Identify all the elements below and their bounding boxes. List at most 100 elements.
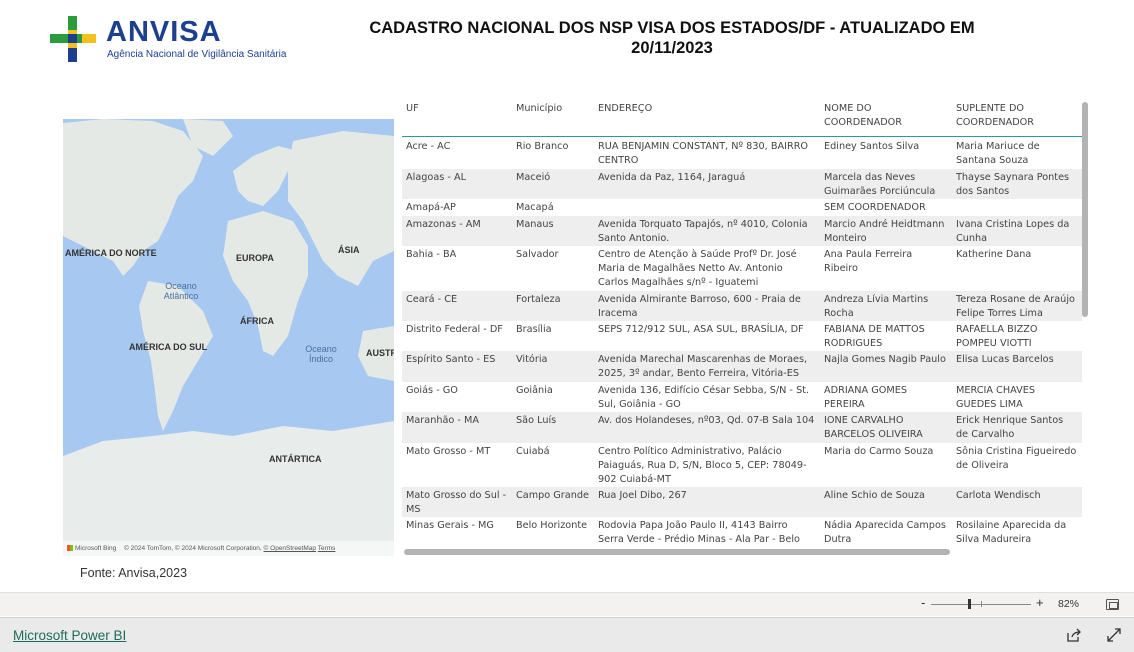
table-row[interactable]: Amazonas - AM Manaus Avenida Torquato Tapa… xyxy=(402,216,1082,246)
cell-uf: Espírito Santo - ES xyxy=(406,354,496,365)
terms-link[interactable]: Terms xyxy=(318,545,336,552)
cell-suplente: Sônia Cristina Figueiredo de Oliveira xyxy=(956,446,1077,471)
cell-endereco: Avenida 136, Edifício César Sebba, S/N -… xyxy=(598,385,810,410)
cell-suplente: Thayse Saynara Pontes dos Santos xyxy=(956,172,1070,197)
world-map[interactable]: AMÉRICA DO NORTE EUROPA ÁSIA ÁFRICA AMÉR… xyxy=(63,101,394,556)
logo-subtitle: Agência Nacional de Vigilância Sanitária xyxy=(107,49,287,60)
table-row[interactable]: Amapá-AP Macapá SEM COORDENADOR xyxy=(402,199,1082,216)
cell-coordenador: Marcela das Neves Guimarães Porciúncula xyxy=(824,172,936,197)
title-line-2: 20/11/2023 xyxy=(631,39,713,57)
table-row[interactable]: Acre - AC Rio Branco RUA BENJAMIN CONSTANT… xyxy=(402,138,1082,169)
cell-endereco: Rua Joel Dibo, 267 xyxy=(598,490,687,501)
cell-uf: Mato Grosso do Sul - MS xyxy=(406,490,507,515)
osm-link[interactable]: © OpenStreetMap xyxy=(264,545,316,552)
table-row[interactable]: Maranhão - MA São Luís Av. dos Holandeses,… xyxy=(402,412,1082,443)
cell-municipio: Macapá xyxy=(516,202,554,213)
col-header-coordenador[interactable]: NOME DO COORDENADOR xyxy=(820,102,952,130)
table-row[interactable]: Espírito Santo - ES Vitória Avenida Marech… xyxy=(402,351,1082,382)
col-header-uf[interactable]: UF xyxy=(402,102,512,116)
bing-icon xyxy=(67,545,73,552)
table-row[interactable]: Goiás - GO Goiânia Avenida 136, Edifício C… xyxy=(402,382,1082,412)
label-atlantic-ocean: Oceano Atlântico xyxy=(163,281,199,301)
zoom-slider-thumb[interactable] xyxy=(968,599,971,609)
cell-suplente: Katherine Dana xyxy=(956,249,1032,260)
table-row[interactable]: Ceará - CE Fortaleza Avenida Almirante Bar… xyxy=(402,291,1082,321)
cell-coordenador: FABIANA DE MATTOS RODRIGUES xyxy=(824,324,925,349)
col-header-endereco[interactable]: ENDEREÇO xyxy=(594,102,820,116)
cell-coordenador: Ana Paula Ferreira Ribeiro xyxy=(824,249,913,274)
cell-coordenador: Andreza Lívia Martins Rocha xyxy=(824,294,929,319)
cell-municipio: Campo Grande xyxy=(516,490,589,501)
cell-uf: Acre - AC xyxy=(406,141,451,152)
col-header-municipio[interactable]: Município xyxy=(512,102,594,116)
table-row[interactable]: Minas Gerais - MG Belo Horizonte Rodovia P… xyxy=(402,517,1082,545)
table-row[interactable]: Alagoas - AL Maceió Avenida da Paz, 1164, … xyxy=(402,169,1082,199)
africa-land xyxy=(223,211,308,356)
logo-wordmark: ANVISA xyxy=(106,16,222,48)
cell-endereco: Rodovia Papa João Paulo II, 4143 Bairro … xyxy=(598,520,800,545)
cell-coordenador: Aline Schio de Souza xyxy=(824,490,925,501)
zoom-bar: - + 82% xyxy=(0,592,1134,616)
fullscreen-icon[interactable] xyxy=(1106,627,1122,643)
zoom-in-button[interactable]: + xyxy=(1036,595,1044,610)
cell-uf: Alagoas - AL xyxy=(406,172,466,183)
table-horizontal-scrollbar[interactable] xyxy=(404,549,950,555)
label-asia: ÁSIA xyxy=(338,245,360,255)
powerbi-link[interactable]: Microsoft Power BI xyxy=(13,628,126,643)
cell-coordenador: Najla Gomes Nagib Paulo xyxy=(824,354,946,365)
cell-municipio: Cuiabá xyxy=(516,446,550,457)
cell-coordenador: IONE CARVALHO BARCELOS OLIVEIRA xyxy=(824,415,923,440)
label-africa: ÁFRICA xyxy=(240,316,274,326)
cell-suplente: Elisa Lucas Barcelos xyxy=(956,354,1054,365)
cell-uf: Amapá-AP xyxy=(406,202,456,213)
cell-uf: Ceará - CE xyxy=(406,294,458,305)
antarctica-land xyxy=(63,421,394,556)
map-attribution: Microsoft Bing © 2024 TomTom, © 2024 Mic… xyxy=(63,541,394,556)
cell-suplente: Tereza Rosane de Araújo Felipe Torres Li… xyxy=(956,294,1075,319)
cell-municipio: Brasília xyxy=(516,324,552,335)
report-title: CADASTRO NACIONAL DOS NSP VISA DOS ESTAD… xyxy=(340,18,1004,58)
cell-suplente: Maria Mariuce de Santana Souza xyxy=(956,141,1040,166)
cell-coordenador: ADRIANA GOMES PEREIRA xyxy=(824,385,908,410)
bing-label: Microsoft Bing xyxy=(75,545,117,552)
cell-coordenador: Nádia Aparecida Campos Dutra xyxy=(824,520,946,545)
cell-suplente: Ivana Cristina Lopes da Cunha xyxy=(956,219,1070,244)
cell-municipio: Rio Branco xyxy=(516,141,569,152)
powerbi-footer: Microsoft Power BI xyxy=(0,617,1134,652)
cell-municipio: Salvador xyxy=(516,249,559,260)
report-canvas: ANVISA Agência Nacional de Vigilância Sa… xyxy=(0,0,1134,592)
south-america-land xyxy=(139,281,213,431)
table-row[interactable]: Mato Grosso do Sul - MS Campo Grande Rua J… xyxy=(402,487,1082,517)
cell-municipio: São Luís xyxy=(516,415,557,426)
source-note: Fonte: Anvisa,2023 xyxy=(80,566,188,580)
cell-uf: Goiás - GO xyxy=(406,385,458,396)
cell-uf: Amazonas - AM xyxy=(406,219,481,230)
cell-municipio: Fortaleza xyxy=(516,294,561,305)
cell-endereco: RUA BENJAMIN CONSTANT, Nº 830, BAIRRO CE… xyxy=(598,141,809,166)
cell-uf: Minas Gerais - MG xyxy=(406,520,494,531)
anvisa-cross-icon xyxy=(50,16,96,62)
zoom-slider-tick xyxy=(981,601,982,607)
table-row[interactable]: Distrito Federal - DF Brasília SEPS 712/91… xyxy=(402,321,1082,351)
nsp-table[interactable]: UF Município ENDEREÇO NOME DO COORDENADO… xyxy=(402,99,1090,545)
cell-municipio: Vitória xyxy=(516,354,548,365)
label-indian-ocean: Oceano Índico xyxy=(305,344,337,364)
cell-coordenador: SEM COORDENADOR xyxy=(824,202,926,213)
cell-uf: Distrito Federal - DF xyxy=(406,324,503,335)
cell-uf: Maranhão - MA xyxy=(406,415,479,426)
table-row[interactable]: Bahia - BA Salvador Centro de Atenção à Sa… xyxy=(402,246,1082,291)
table-row[interactable]: Mato Grosso - MT Cuiabá Centro Político Ad… xyxy=(402,443,1082,487)
cell-suplente: Erick Henrique Santos de Carvalho xyxy=(956,415,1064,440)
cell-municipio: Manaus xyxy=(516,219,554,230)
anvisa-logo: ANVISA Agência Nacional de Vigilância Sa… xyxy=(48,14,286,64)
table-vertical-scrollbar[interactable] xyxy=(1082,102,1088,317)
map-landmasses xyxy=(63,101,394,556)
fit-to-page-icon[interactable] xyxy=(1106,599,1119,610)
label-australia: AUSTR xyxy=(366,348,394,358)
zoom-out-button[interactable]: - xyxy=(921,595,925,610)
col-header-suplente[interactable]: SUPLENTE DO COORDENADOR xyxy=(952,102,1082,130)
cell-suplente: RAFAELLA BIZZO POMPEU VIOTTI xyxy=(956,324,1038,349)
share-icon[interactable] xyxy=(1066,627,1082,643)
cell-endereco: SEPS 712/912 SUL, ASA SUL, BRASÍLIA, DF xyxy=(598,324,804,335)
cell-coordenador: Maria do Carmo Souza xyxy=(824,446,934,457)
